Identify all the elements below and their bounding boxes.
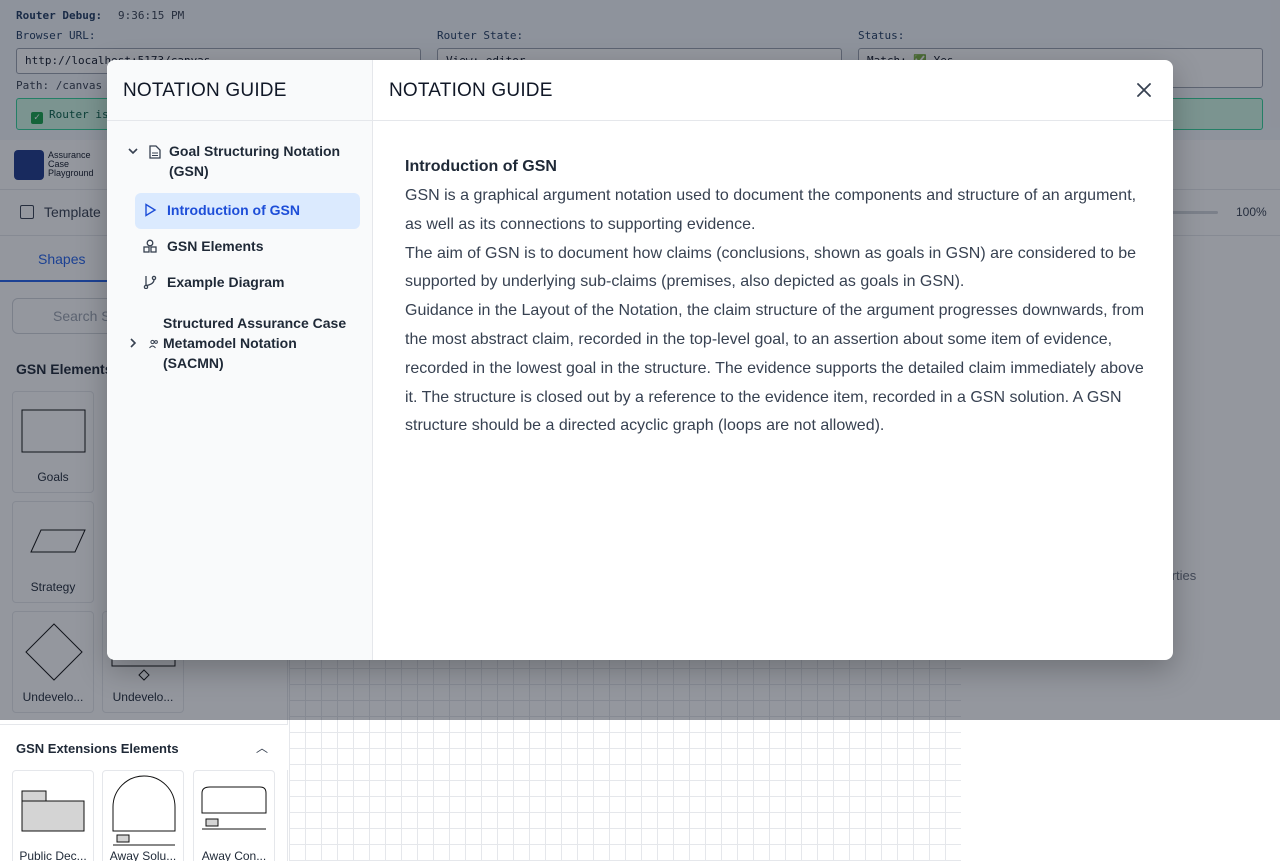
nav-item-introduction[interactable]: Introduction of GSN: [135, 193, 360, 229]
content-paragraph: GSN is a graphical argument notation use…: [405, 187, 1137, 233]
sidebar-divider: [107, 120, 373, 121]
notation-guide-modal: NOTATION GUIDE Goal Structuring Notation…: [107, 60, 1173, 660]
shape-away-context[interactable]: Away Con...: [193, 770, 275, 861]
shape-caption: Away Con...: [201, 849, 267, 861]
away-context-icon: [201, 786, 267, 830]
away-solution-icon: [112, 775, 176, 846]
close-button[interactable]: [1134, 80, 1154, 100]
guide-title: NOTATION GUIDE: [389, 80, 553, 101]
main-divider: [373, 120, 1173, 121]
guide-content: Introduction of GSN GSN is a graphical a…: [405, 156, 1145, 441]
nav-item-label: Introduction of GSN: [167, 202, 300, 218]
close-icon: [1137, 83, 1151, 97]
nav-item-gsn-elements[interactable]: GSN Elements: [135, 229, 360, 265]
play-icon: [143, 203, 157, 220]
document-icon: [149, 142, 161, 164]
shape-away-solution[interactable]: Away Solu...: [102, 770, 184, 861]
content-paragraph: Guidance in the Layout of the Notation, …: [405, 302, 1145, 435]
content-paragraph: The aim of GSN is to document how claims…: [405, 244, 1136, 291]
nav-group-sacmn-label: Structured Assurance Case Metamodel Nota…: [163, 315, 347, 371]
chevron-right-icon[interactable]: [127, 333, 141, 356]
folder-shape-icon: [21, 790, 85, 832]
ext-elements-title: GSN Extensions Elements: [16, 741, 179, 756]
sidebar-title: NOTATION GUIDE: [123, 80, 287, 101]
content-heading: Introduction of GSN: [405, 158, 557, 175]
chevron-up-icon[interactable]: ︿: [256, 739, 268, 756]
nav-item-label: GSN Elements: [167, 238, 264, 254]
shape-caption: Public Dec...: [19, 849, 87, 861]
git-branch-icon: [143, 275, 157, 292]
shape-public-declaration[interactable]: Public Dec...: [12, 770, 94, 861]
nav-item-example-diagram[interactable]: Example Diagram: [135, 265, 360, 301]
ext-elements-header[interactable]: GSN Extensions Elements ︿: [0, 724, 288, 770]
chevron-down-icon[interactable]: [127, 141, 141, 164]
nav-group-gsn-label: Goal Structuring Notation (GSN): [169, 143, 341, 179]
guide-sidebar: NOTATION GUIDE Goal Structuring Notation…: [107, 60, 373, 660]
shapes-icon: [143, 239, 157, 256]
shape-caption: Away Solu...: [109, 849, 177, 861]
nav-item-label: Example Diagram: [167, 274, 285, 290]
users-icon: [149, 334, 159, 354]
